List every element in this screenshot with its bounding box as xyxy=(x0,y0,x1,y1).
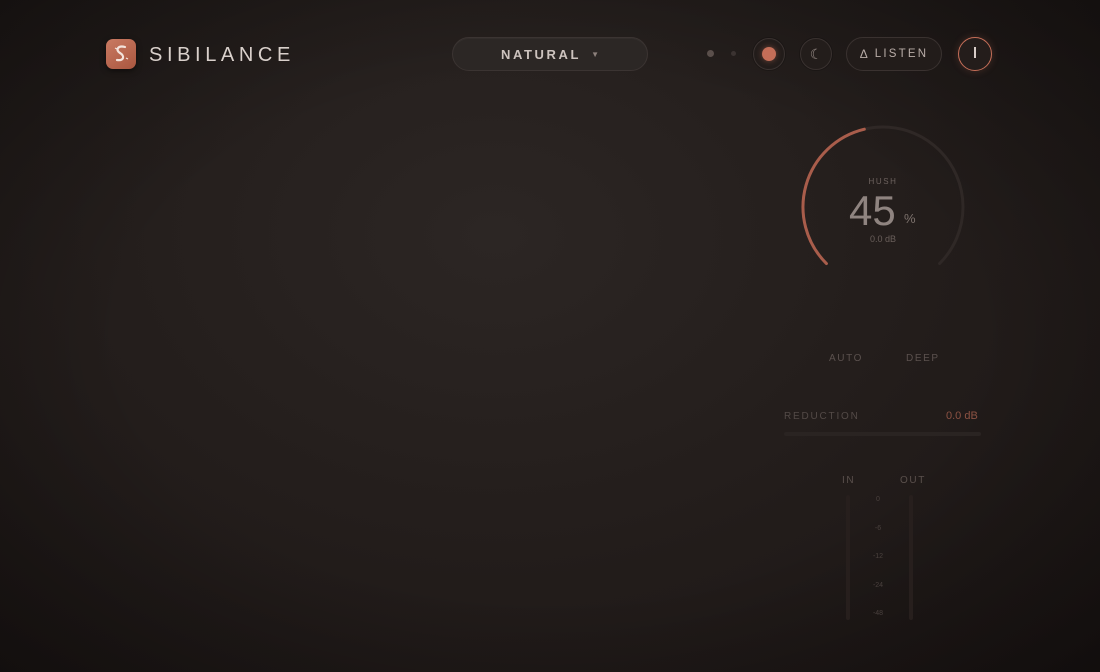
power-icon xyxy=(974,47,976,58)
input-meter-label: IN xyxy=(842,475,856,486)
brand-title: SIBILANCE xyxy=(149,44,295,66)
listen-label: LISTEN xyxy=(874,48,929,60)
meter-tick-label: 0 xyxy=(876,496,880,503)
output-meter-label: OUT xyxy=(900,475,926,486)
indicator-dot[interactable] xyxy=(731,51,736,56)
delta-icon: Δ xyxy=(859,47,868,61)
knob-unit: % xyxy=(904,211,916,226)
meter-tick-label: -12 xyxy=(872,553,884,560)
chevron-down-icon: ▼ xyxy=(591,50,599,59)
meter-tick-label: -48 xyxy=(872,610,884,617)
record-dot-icon xyxy=(762,47,776,61)
reduction-value: 0.0 dB xyxy=(946,410,978,422)
meter-tick-label: -24 xyxy=(872,582,884,589)
moon-icon: ☾ xyxy=(809,45,823,62)
reduction-label: REDUCTION xyxy=(784,411,860,422)
knob-title: HUSH xyxy=(868,177,898,186)
knob-value: 45 xyxy=(849,187,896,234)
reduction-meter xyxy=(784,432,981,436)
record-button[interactable] xyxy=(753,38,785,70)
background-vignette xyxy=(0,0,1100,672)
input-meter xyxy=(846,495,850,620)
preset-label: NATURAL xyxy=(501,46,582,62)
auto-mode-button[interactable]: AUTO xyxy=(829,353,863,364)
deep-mode-button[interactable]: DEEP xyxy=(906,353,940,364)
listen-button[interactable]: Δ LISTEN xyxy=(846,37,942,71)
preset-selector[interactable]: NATURAL ▼ xyxy=(452,37,648,71)
output-meter xyxy=(909,495,913,620)
power-button[interactable] xyxy=(958,37,992,71)
meter-tick-label: -6 xyxy=(874,525,882,532)
dark-mode-button[interactable]: ☾ xyxy=(800,38,832,70)
logo-icon xyxy=(106,39,136,69)
indicator-dot[interactable] xyxy=(707,50,714,57)
knob-db-readout: 0.0 dB xyxy=(869,234,897,244)
